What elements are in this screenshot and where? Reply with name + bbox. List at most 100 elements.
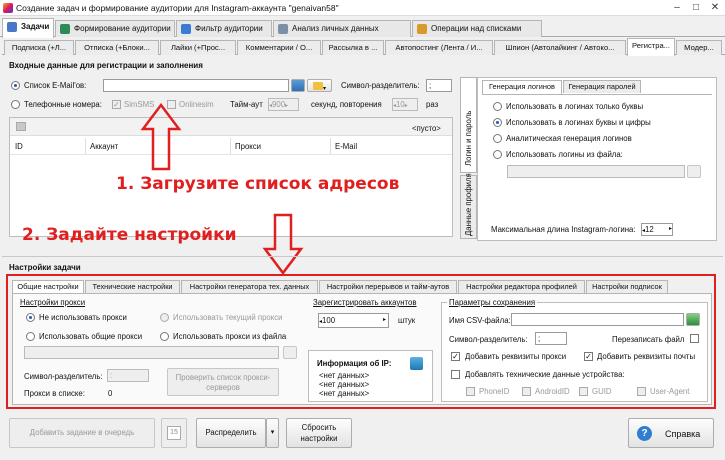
common-proxy-radio[interactable] — [26, 332, 35, 341]
list-ops-icon — [417, 24, 427, 34]
spreadsheet-icon[interactable] — [686, 313, 700, 326]
tab-breaks[interactable]: Настройки перерывов и тайм-аутов — [319, 280, 457, 293]
tab-general[interactable]: Общие настройки — [12, 280, 84, 294]
guid-checkbox[interactable] — [579, 387, 588, 396]
subtab-mailing[interactable]: Рассылка в ... — [322, 40, 384, 55]
help-icon: ? — [637, 426, 652, 441]
arrow-up-annotation — [140, 103, 182, 171]
add-proxy-checkbox[interactable]: ✓ — [451, 352, 460, 361]
tab-filter[interactable]: Фильтр аудитории — [176, 20, 272, 37]
file-proxy-label: Использовать прокси из файла — [173, 332, 287, 341]
distribute-dropdown-icon[interactable]: ▾ — [266, 418, 279, 448]
no-proxy-radio[interactable] — [26, 313, 35, 322]
email-list-input[interactable] — [103, 79, 289, 92]
guid-label: GUID — [592, 387, 612, 396]
proxy-file-input[interactable] — [24, 346, 279, 359]
subtab-spy[interactable]: Шпион (Автолайкинг / Автоко... — [494, 40, 626, 55]
logins-file-input[interactable] — [507, 165, 685, 178]
help-label: Справка — [665, 429, 701, 439]
common-proxy-label: Использовать общие прокси — [39, 332, 143, 341]
add-mail-checkbox[interactable]: ✓ — [584, 352, 593, 361]
save-group-title: Параметры сохранения — [447, 298, 538, 307]
step1-annotation: 1. Загрузите список адресов — [116, 174, 400, 194]
tab-tasks[interactable]: Задачи — [2, 18, 54, 38]
simsms-checkbox[interactable]: ✓ — [112, 100, 121, 109]
proxy-folder-icon[interactable] — [283, 346, 297, 359]
subtab-autopost[interactable]: Автопостинг (Лента / И... — [385, 40, 493, 55]
distribute-button[interactable]: Распределить — [196, 418, 266, 448]
subtab-registration[interactable]: Регистра... — [627, 38, 675, 56]
subtab-follow[interactable]: Подписка (+Л... — [4, 40, 74, 55]
user-agent-label: User-Agent — [650, 387, 690, 396]
tab-subscriptions[interactable]: Настройки подписок — [586, 280, 668, 293]
phones-radio[interactable] — [11, 100, 20, 109]
filter-icon — [181, 24, 191, 34]
refresh-icon[interactable] — [410, 357, 423, 370]
letters-only-radio[interactable] — [493, 102, 502, 111]
timeout-label: Тайм-аут — [230, 100, 263, 109]
subtab-likes[interactable]: Лайки (+Прос... — [160, 40, 236, 55]
subtab-unfollow[interactable]: Отписка (+Блоки... — [75, 40, 159, 55]
proxy-separator-input[interactable]: : — [107, 369, 149, 382]
tab-list-ops[interactable]: Операции над списками — [412, 20, 542, 37]
csv-input[interactable] — [511, 313, 684, 326]
letters-only-label: Использовать в логинах только буквы — [506, 102, 644, 111]
side-tab-profile[interactable]: Данные профиля — [460, 173, 477, 239]
androidid-checkbox[interactable] — [522, 387, 531, 396]
androidid-label: AndroidID — [535, 387, 570, 396]
calendar-button[interactable]: 15 — [161, 418, 187, 448]
email-menu-button[interactable]: ▾ — [307, 79, 332, 92]
folder-icon[interactable] — [687, 165, 701, 178]
max-length-spinner[interactable]: ◂12 ▸ — [641, 223, 673, 236]
col-account[interactable]: Аккаунт — [90, 142, 118, 151]
tab-generator[interactable]: Настройки генератора тех. данных — [181, 280, 318, 293]
tab-password-gen[interactable]: Генерация паролей — [563, 80, 641, 93]
repeat-spinner[interactable]: ◂10▸ — [392, 98, 418, 111]
register-unit-label: штук — [398, 316, 416, 325]
letters-digits-label: Использовать в логинах буквы и цифры — [506, 118, 651, 127]
add-task-button[interactable]: Добавить задание в очередь — [9, 418, 155, 448]
save-icon[interactable] — [16, 122, 26, 131]
no-proxy-label: Не использовать прокси — [39, 313, 127, 322]
letters-digits-radio[interactable] — [493, 118, 502, 127]
arrow-down-annotation — [262, 213, 304, 275]
help-button[interactable]: ? Справка — [628, 418, 714, 448]
col-email[interactable]: E-Mail — [335, 142, 357, 151]
csv-label: Имя CSV-файла: — [449, 316, 511, 325]
tab-login-gen[interactable]: Генерация логинов — [482, 80, 562, 94]
tab-analysis[interactable]: Анализ личных данных — [273, 20, 411, 37]
add-tech-checkbox[interactable] — [451, 370, 460, 379]
side-tab-logins[interactable]: Логин и пароль — [460, 77, 477, 173]
phones-label: Телефонные номера: — [24, 100, 102, 109]
analytic-gen-label: Аналитическая генерация логинов — [506, 134, 632, 143]
file-proxy-radio[interactable] — [160, 332, 169, 341]
maximize-button[interactable]: □ — [687, 0, 705, 16]
col-proxy[interactable]: Прокси — [235, 142, 261, 151]
email-list-radio[interactable] — [11, 81, 20, 90]
email-list-label: Список E-Mail'ов: — [24, 81, 87, 90]
folder-open-icon[interactable] — [291, 79, 305, 92]
tab-technical[interactable]: Технические настройки — [85, 280, 180, 293]
save-separator-input[interactable]: ; — [535, 332, 567, 345]
logins-file-radio[interactable] — [493, 150, 502, 159]
max-length-label: Максимальная длина Instagram-логина: — [491, 225, 636, 234]
current-proxy-radio[interactable] — [160, 313, 169, 322]
col-id[interactable]: ID — [15, 142, 23, 151]
minimize-button[interactable]: – — [668, 0, 686, 16]
register-count-spinner[interactable]: ◂100 ▸ — [318, 313, 389, 328]
reset-settings-button[interactable]: Сбросить настройки — [286, 418, 352, 448]
tab-profile-editor[interactable]: Настройки редактора профилей — [458, 280, 585, 293]
close-button[interactable]: ✕ — [706, 0, 724, 16]
separator-input[interactable]: ; — [426, 79, 452, 92]
add-proxy-label: Добавить реквизиты прокси — [465, 352, 567, 361]
timeout-spinner[interactable]: ◂900▸ — [268, 98, 299, 111]
subtab-moderation[interactable]: Модер... — [676, 40, 722, 55]
analytic-gen-radio[interactable] — [493, 134, 502, 143]
tab-audience[interactable]: Формирование аудитории — [55, 20, 175, 37]
add-tech-label: Добавлять технические данные устройства: — [465, 370, 625, 379]
overwrite-checkbox[interactable] — [690, 334, 699, 343]
user-agent-checkbox[interactable] — [637, 387, 646, 396]
check-proxy-button[interactable]: Проверить список прокси-серверов — [167, 368, 279, 396]
phoneid-checkbox[interactable] — [466, 387, 475, 396]
subtab-comments[interactable]: Комментарии / О... — [237, 40, 321, 55]
